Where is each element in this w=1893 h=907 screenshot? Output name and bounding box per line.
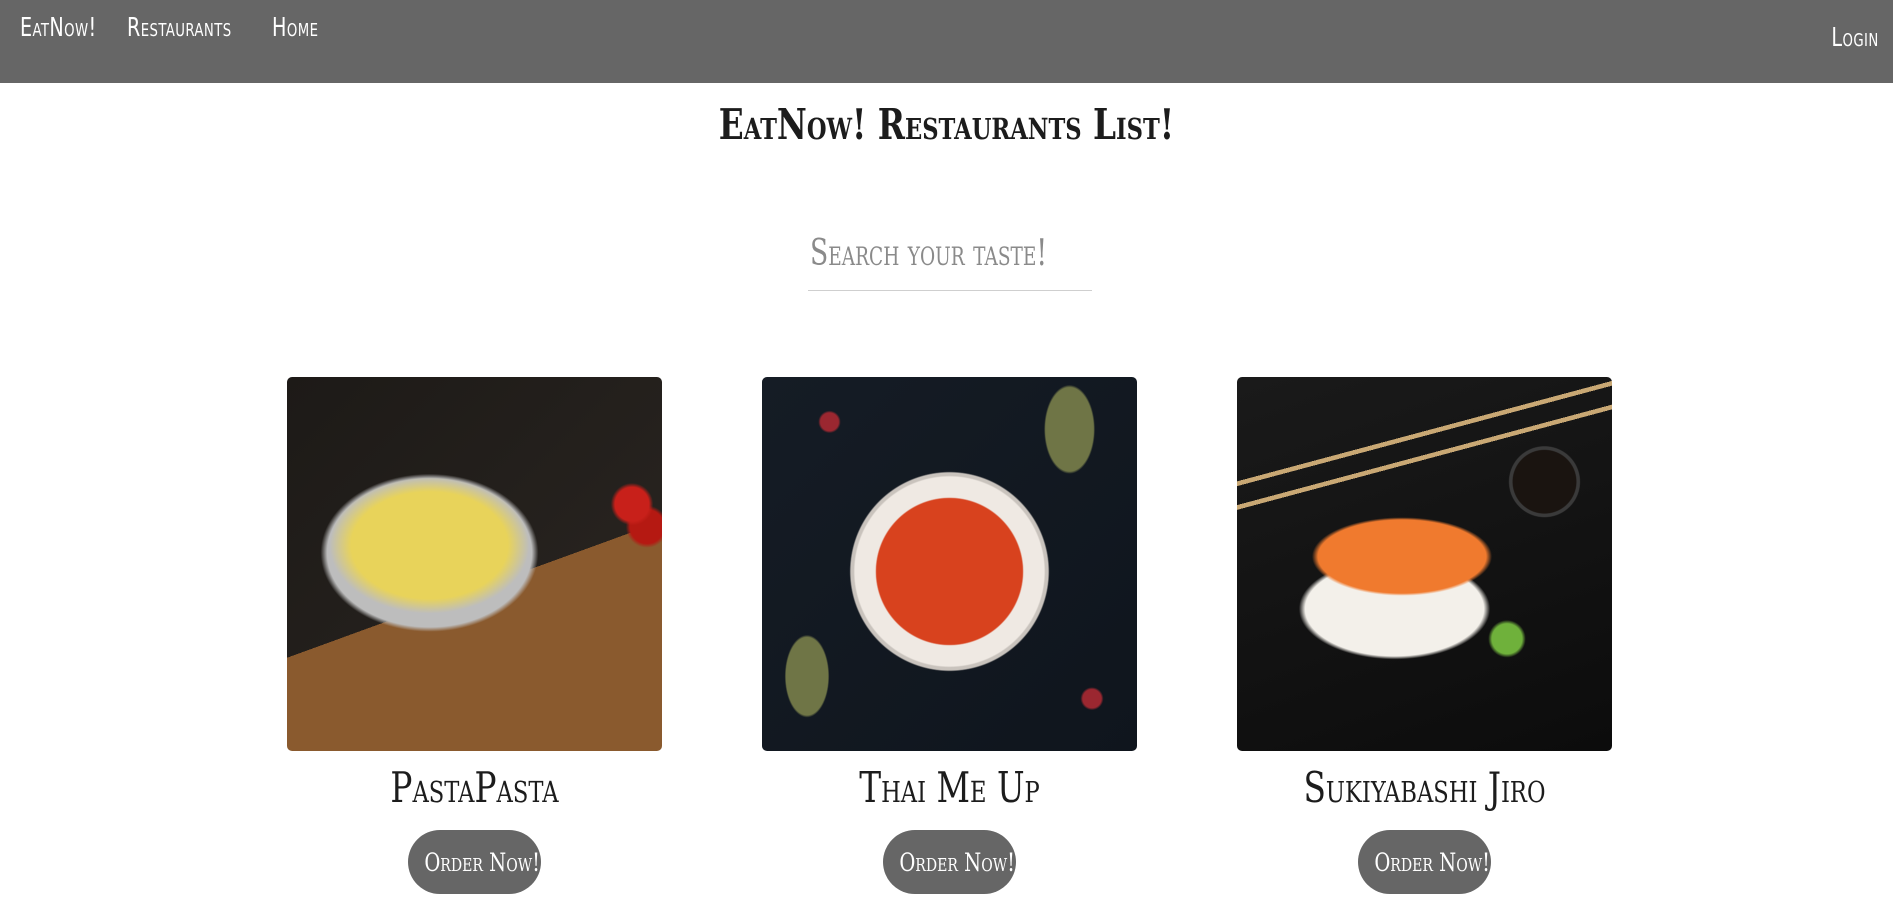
nav-login-link[interactable]: Login [1832,23,1879,53]
restaurant-name: PastaPasta [390,763,559,812]
order-now-button[interactable]: Order Now! [1358,830,1491,894]
page-title: EatNow! Restaurants List! [718,100,1175,149]
order-now-button[interactable]: Order Now! [408,830,541,894]
order-now-label: Order Now! [899,847,1015,877]
restaurant-image-pasta[interactable] [287,377,662,751]
order-now-button[interactable]: Order Now! [883,830,1016,894]
order-now-label: Order Now! [424,847,540,877]
order-now-label: Order Now! [1374,847,1490,877]
search-input[interactable] [808,225,1092,285]
search-field: Search your taste! [808,225,1092,291]
restaurant-card: Thai Me Up Order Now! [762,377,1137,894]
restaurant-name: Sukiyabashi Jiro [1303,763,1546,812]
restaurant-image-thai[interactable] [762,377,1137,751]
top-navbar: EatNow! Restaurants Home Login [0,0,1893,83]
restaurant-name: Thai Me Up [859,763,1040,812]
nav-brand-link[interactable]: EatNow! [20,13,97,43]
restaurant-card: PastaPasta Order Now! [287,377,662,894]
restaurant-card: Sukiyabashi Jiro Order Now! [1237,377,1612,894]
nav-restaurants-link[interactable]: Restaurants [127,13,232,43]
restaurant-image-sushi[interactable] [1237,377,1612,751]
nav-home-link[interactable]: Home [272,13,318,43]
